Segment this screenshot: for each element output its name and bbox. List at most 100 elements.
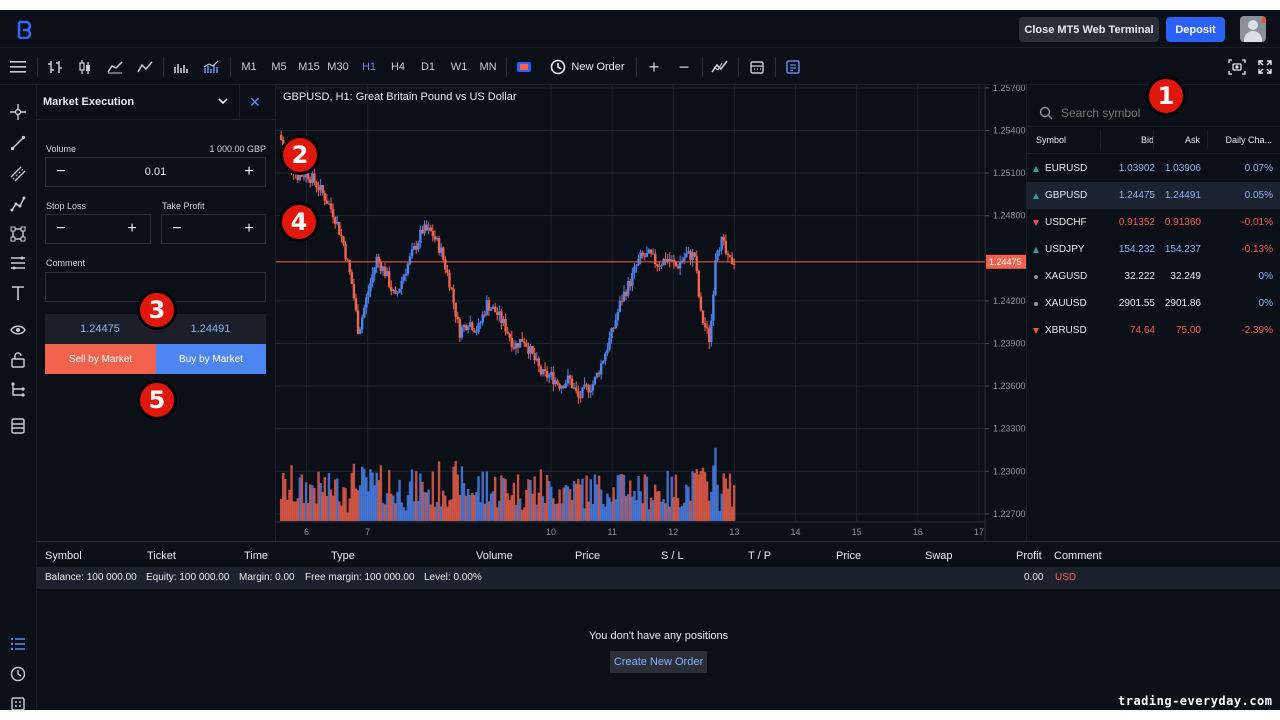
fibonacci-icon[interactable] bbox=[8, 253, 28, 273]
candle-body bbox=[570, 378, 574, 389]
deposit-button[interactable]: Deposit bbox=[1166, 17, 1225, 42]
positions-list-icon[interactable] bbox=[8, 634, 28, 654]
col-daily-change[interactable]: Daily Cha... bbox=[1225, 135, 1272, 145]
candle-body bbox=[450, 287, 453, 290]
col-ticket[interactable]: Ticket bbox=[147, 550, 176, 562]
create-new-order-button[interactable]: Create New Order bbox=[610, 651, 707, 673]
text-tool-icon[interactable] bbox=[8, 283, 28, 303]
bar-chart-icon[interactable] bbox=[45, 49, 65, 85]
stop-loss-decrease-button[interactable]: − bbox=[51, 219, 71, 239]
watchlist-symbol: XAGUSD bbox=[1045, 271, 1088, 282]
lock-icon[interactable] bbox=[8, 350, 28, 370]
line-chart-icon[interactable] bbox=[135, 49, 155, 85]
tf-h1[interactable]: H1 bbox=[360, 49, 378, 85]
tf-d1[interactable]: D1 bbox=[419, 49, 437, 85]
tf-h4[interactable]: H4 bbox=[389, 49, 407, 85]
stop-loss-stepper[interactable]: − + bbox=[45, 214, 151, 244]
volume-area-icon[interactable] bbox=[201, 49, 221, 85]
zoom-out-icon[interactable]: − bbox=[675, 49, 693, 85]
volume-stepper[interactable]: 0.01 − + bbox=[45, 157, 266, 187]
tf-m1[interactable]: M1 bbox=[240, 49, 258, 85]
watermark: trading-everyday.com bbox=[1118, 694, 1273, 708]
chevron-down-icon[interactable] bbox=[217, 95, 229, 107]
sell-by-market-button[interactable]: Sell by Market bbox=[45, 344, 156, 374]
screenshot-icon[interactable] bbox=[1227, 49, 1247, 85]
col-symbol[interactable]: Symbol bbox=[45, 550, 82, 562]
volume-bar bbox=[294, 501, 297, 521]
price-chart[interactable]: 1.25700 1.25400 1.25100 1.24800 1.24200 1.239… bbox=[276, 83, 1026, 541]
col-volume[interactable]: Volume bbox=[476, 550, 513, 562]
watchlist-row[interactable]: XAUUSD 2901.55 2901.86 0% bbox=[1027, 290, 1280, 317]
candle-body bbox=[614, 320, 617, 328]
tf-w1[interactable]: W1 bbox=[449, 49, 469, 85]
volume-bars-icon[interactable] bbox=[171, 49, 191, 85]
col-profit[interactable]: Profit bbox=[1016, 550, 1042, 562]
close-terminal-button[interactable]: Close MT5 Web Terminal bbox=[1019, 17, 1159, 42]
tf-m30[interactable]: M30 bbox=[326, 49, 350, 85]
col-comment[interactable]: Comment bbox=[1054, 550, 1102, 562]
menu-icon[interactable] bbox=[8, 49, 28, 85]
col-type[interactable]: Type bbox=[331, 550, 355, 562]
new-order-icon[interactable] bbox=[549, 49, 567, 85]
chart-canvas[interactable]: 1.25700 1.25400 1.25100 1.24800 1.24200 1.239… bbox=[276, 83, 1026, 541]
watchlist-row[interactable]: EURUSD 1.03902 1.03906 0.07% bbox=[1027, 155, 1280, 182]
shapes-icon[interactable] bbox=[8, 224, 28, 244]
search-input[interactable] bbox=[1061, 104, 1211, 122]
candle-body bbox=[518, 339, 522, 348]
stop-loss-increase-button[interactable]: + bbox=[122, 219, 142, 239]
area-chart-icon[interactable] bbox=[105, 49, 125, 85]
one-click-trading-icon[interactable] bbox=[514, 49, 534, 85]
candle-body bbox=[329, 203, 333, 210]
tf-mn[interactable]: MN bbox=[478, 49, 498, 85]
calendar-icon[interactable] bbox=[748, 49, 766, 85]
trade-history-icon[interactable] bbox=[784, 49, 802, 85]
order-type-select[interactable]: Market Execution bbox=[43, 96, 134, 108]
history-icon[interactable] bbox=[8, 664, 28, 684]
tf-m5[interactable]: M5 bbox=[269, 49, 289, 85]
crosshair-icon[interactable] bbox=[8, 102, 28, 122]
buy-by-market-button[interactable]: Buy by Market bbox=[156, 344, 266, 374]
volume-decrease-button[interactable]: − bbox=[51, 162, 71, 182]
close-icon[interactable]: ✕ bbox=[249, 94, 261, 111]
col-price[interactable]: Price bbox=[575, 550, 600, 562]
polyline-icon[interactable] bbox=[8, 194, 28, 214]
watchlist-row[interactable]: GBPUSD 1.24475 1.24491 0.05% bbox=[1027, 182, 1280, 209]
zoom-in-icon[interactable]: + bbox=[645, 49, 663, 85]
take-profit-stepper[interactable]: − + bbox=[161, 214, 266, 244]
down-arrow-icon bbox=[1033, 220, 1039, 226]
col-take-profit[interactable]: T / P bbox=[748, 550, 771, 562]
candle-body bbox=[562, 385, 565, 388]
volume-value[interactable]: 0.01 bbox=[46, 166, 265, 178]
watchlist-row[interactable]: USDJPY 154.232 154.237 -0.13% bbox=[1027, 236, 1280, 263]
col-swap[interactable]: Swap bbox=[925, 550, 953, 562]
col-current-price[interactable]: Price bbox=[836, 550, 861, 562]
volume-bar bbox=[604, 506, 607, 521]
layers-icon[interactable] bbox=[8, 416, 28, 436]
indicators-icon[interactable] bbox=[710, 49, 730, 85]
watchlist-row[interactable]: XBRUSD 74.64 75.00 -2.39% bbox=[1027, 317, 1280, 344]
col-ask[interactable]: Ask bbox=[1185, 135, 1200, 145]
volume-bar bbox=[581, 478, 584, 521]
eye-icon[interactable] bbox=[8, 320, 28, 340]
journal-icon[interactable] bbox=[8, 694, 28, 710]
new-order-button[interactable]: New Order bbox=[571, 49, 625, 85]
volume-bar bbox=[510, 495, 514, 521]
avatar[interactable] bbox=[1240, 16, 1266, 42]
channel-icon[interactable] bbox=[8, 164, 28, 184]
candle-body bbox=[527, 346, 530, 354]
volume-increase-button[interactable]: + bbox=[239, 162, 259, 182]
take-profit-increase-button[interactable]: + bbox=[239, 219, 259, 239]
candlestick-icon[interactable] bbox=[75, 49, 95, 85]
watchlist-row[interactable]: USDCHF 0.91352 0.91360 -0.01% bbox=[1027, 209, 1280, 236]
fullscreen-icon[interactable] bbox=[1256, 49, 1274, 85]
tf-m15[interactable]: M15 bbox=[297, 49, 321, 85]
trend-line-icon[interactable] bbox=[8, 133, 28, 153]
take-profit-decrease-button[interactable]: − bbox=[167, 219, 187, 239]
watchlist-row[interactable]: XAGUSD 32.222 32.249 0% bbox=[1027, 263, 1280, 290]
col-symbol[interactable]: Symbol bbox=[1036, 135, 1066, 145]
volume-bar bbox=[317, 471, 320, 521]
col-time[interactable]: Time bbox=[244, 550, 268, 562]
object-tree-icon[interactable] bbox=[8, 380, 28, 400]
volume-bar bbox=[331, 495, 335, 521]
col-stop-loss[interactable]: S / L bbox=[661, 550, 684, 562]
